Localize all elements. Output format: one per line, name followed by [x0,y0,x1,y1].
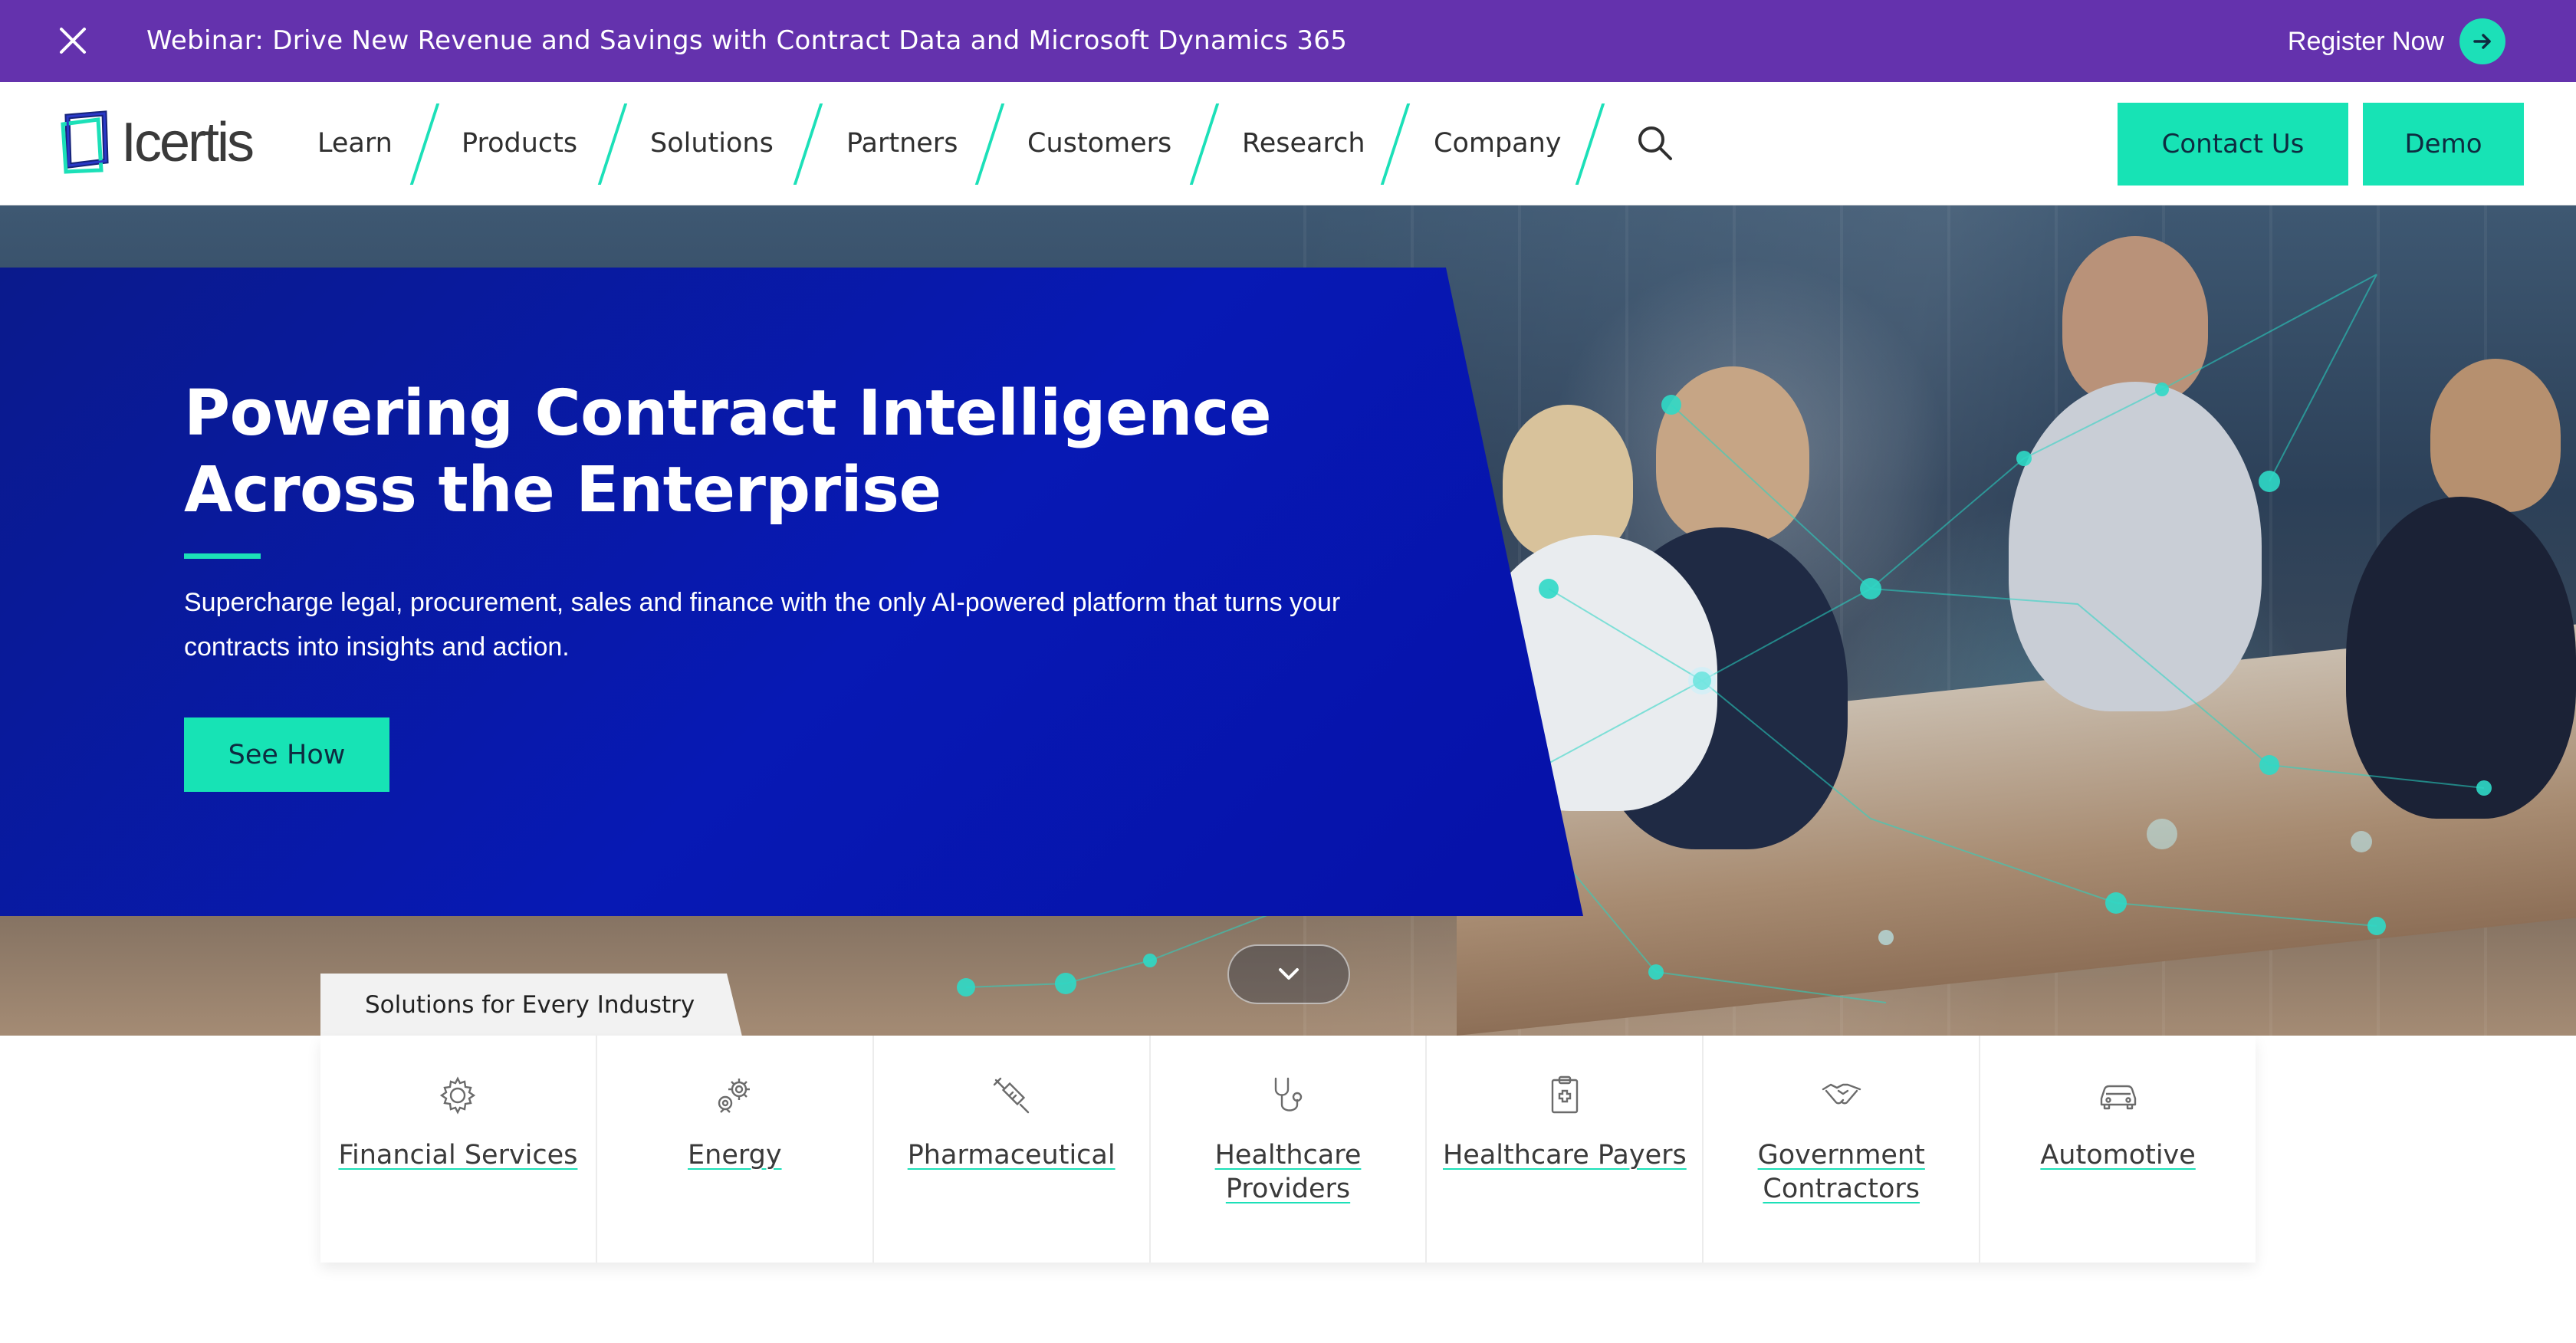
industry-label: Healthcare Providers [1214,1140,1362,1204]
industries-tab: Solutions for Every Industry [320,974,742,1036]
announcement-bar: Webinar: Drive New Revenue and Savings w… [0,0,2576,82]
industry-card-healthcare-payers[interactable]: Healthcare Payers [1427,1036,1704,1263]
announcement-message[interactable]: Webinar: Drive New Revenue and Savings w… [146,0,1347,82]
scroll-down-button[interactable] [1227,944,1350,1004]
nav-learn[interactable]: Learn [317,82,393,205]
logo[interactable]: Icertis [60,108,255,177]
medical-clipboard-icon [1551,1075,1579,1114]
nav-solutions[interactable]: Solutions [650,82,774,205]
handshake-icon [1822,1083,1861,1105]
arrow-right-icon [2459,18,2505,64]
close-icon[interactable] [55,23,90,58]
industry-card-energy[interactable]: Energy [597,1036,874,1263]
car-icon [2100,1085,2136,1110]
nav-customers[interactable]: Customers [1027,82,1171,205]
demo-button[interactable]: Demo [2363,103,2524,186]
site-header: Icertis Learn Products Solutions Partner… [0,82,2576,205]
industry-card-healthcare-providers[interactable]: Healthcare Providers [1151,1036,1428,1263]
industries-list: Financial Services Energy Pharmaceutical [320,1036,2256,1263]
nav-products[interactable]: Products [462,82,577,205]
nav-separator [793,103,823,185]
energy-gears-icon [718,1079,751,1113]
stethoscope-icon [1274,1077,1303,1112]
nav-separator [1189,103,1220,185]
industry-card-pharmaceutical[interactable]: Pharmaceutical [874,1036,1151,1263]
syringe-icon [993,1077,1030,1114]
nav-separator [597,103,628,185]
industry-label: Pharmaceutical [907,1140,1116,1171]
hero-title: Powering Contract Intelligence Across th… [184,376,1487,529]
logo-wordmark: Icertis [121,112,255,173]
hero-title-line: Powering Contract Intelligence [184,377,1272,450]
hero-title-line: Across the Enterprise [184,454,941,527]
register-now-label: Register Now [2287,26,2444,56]
hero-subtitle: Supercharge legal, procurement, sales an… [184,588,1341,662]
logo-mark-icon [61,110,109,174]
industry-label: Energy [688,1140,782,1171]
industry-card-automotive[interactable]: Automotive [1980,1036,2256,1263]
nav-company[interactable]: Company [1434,82,1562,205]
industry-card-government-contractors[interactable]: Government Contractors [1704,1036,1981,1263]
see-how-button[interactable]: See How [184,717,389,792]
industry-label: Government Contractors [1757,1140,1925,1204]
chevron-down-icon [1279,968,1299,980]
contact-us-button[interactable]: Contact Us [2118,103,2348,186]
industry-label: Healthcare Payers [1442,1140,1687,1171]
industry-label: Financial Services [338,1140,578,1171]
search-icon[interactable] [1634,122,1677,165]
nav-separator [1380,103,1411,185]
nav-partners[interactable]: Partners [846,82,958,205]
industry-label: Automotive [2040,1140,2196,1171]
industries-tab-label: Solutions for Every Industry [365,991,695,1019]
nav-separator [974,103,1005,185]
gear-icon [440,1076,476,1115]
nav-research[interactable]: Research [1242,82,1365,205]
register-now-link[interactable]: Register Now [2288,18,2505,64]
nav-separator [1575,103,1605,185]
industry-card-financial-services[interactable]: Financial Services [320,1036,597,1263]
nav-separator [409,103,440,185]
hero-accent-rule [184,553,261,559]
